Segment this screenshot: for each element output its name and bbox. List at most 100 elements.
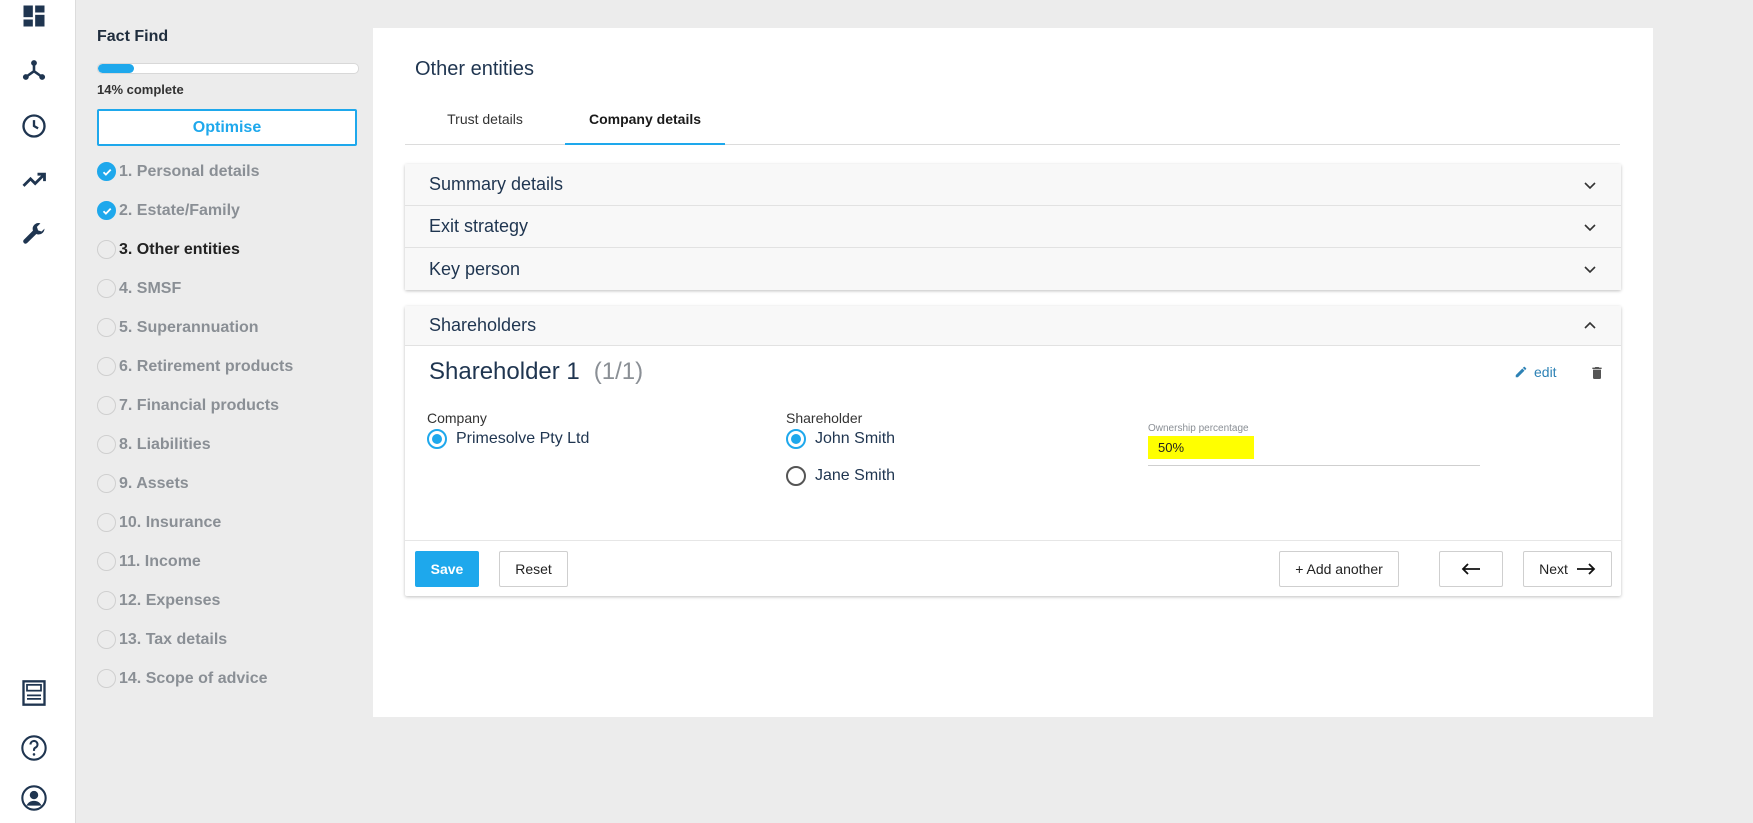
- empty-circle-icon: [97, 591, 116, 610]
- main-panel: Other entities Trust details Company det…: [373, 28, 1653, 717]
- step-item[interactable]: 5. Superannuation: [97, 308, 359, 347]
- radio-selected-icon: [786, 429, 806, 449]
- page-title: Other entities: [415, 58, 534, 80]
- radio-label: Primesolve Pty Ltd: [456, 430, 590, 447]
- step-item[interactable]: 10. Insurance: [97, 503, 359, 542]
- tab-trust-details[interactable]: Trust details: [405, 95, 565, 145]
- step-item[interactable]: 2. Estate/Family: [97, 191, 359, 230]
- shareholders-section: Shareholders Shareholder 1 (1/1) edit Com…: [405, 306, 1621, 596]
- chevron-down-icon: [1584, 266, 1596, 274]
- arrow-left-icon: [1461, 563, 1480, 575]
- step-item[interactable]: 13. Tax details: [97, 620, 359, 659]
- empty-circle-icon: [97, 630, 116, 649]
- step-label: 8. Liabilities: [119, 435, 211, 453]
- empty-circle-icon: [97, 435, 116, 454]
- step-label: 11. Income: [119, 552, 201, 570]
- back-button[interactable]: [1439, 551, 1503, 587]
- radio-label: John Smith: [815, 430, 896, 447]
- reset-button[interactable]: Reset: [499, 551, 568, 587]
- accordion-label: Key person: [429, 258, 521, 279]
- step-list: 1. Personal details 2. Estate/Family 3. Ot…: [97, 152, 359, 698]
- pencil-icon: [1515, 366, 1527, 378]
- company-label: Company: [427, 410, 487, 426]
- step-label: 10. Insurance: [119, 513, 222, 531]
- optimise-button[interactable]: Optimise: [97, 109, 357, 146]
- radio-selected-icon: [427, 429, 447, 449]
- radio-label: Jane Smith: [815, 467, 896, 484]
- step-label: 2. Estate/Family: [119, 201, 240, 219]
- chevron-up-icon: [1584, 321, 1596, 329]
- step-item[interactable]: 4. SMSF: [97, 269, 359, 308]
- step-item[interactable]: 1. Personal details: [97, 152, 359, 191]
- empty-circle-icon: [97, 357, 116, 376]
- progress-label: 14% complete: [97, 82, 184, 97]
- empty-circle-icon: [97, 513, 116, 532]
- empty-circle-icon: [97, 240, 116, 259]
- save-button[interactable]: Save: [415, 551, 479, 587]
- user-icon[interactable]: [18, 782, 50, 814]
- add-another-button[interactable]: + Add another: [1279, 551, 1399, 587]
- ownership-value: 50%: [1148, 436, 1255, 459]
- dashboard-icon[interactable]: [18, 0, 50, 32]
- ownership-input[interactable]: 50%: [1148, 436, 1480, 466]
- fact-find-title: Fact Find: [97, 28, 169, 45]
- trash-icon[interactable]: [1589, 365, 1605, 381]
- progress-bar: [97, 63, 359, 74]
- accordion-label: Shareholders: [429, 315, 537, 335]
- chevron-down-icon: [1584, 181, 1596, 189]
- step-item[interactable]: 14. Scope of advice: [97, 659, 359, 698]
- step-item[interactable]: 3. Other entities: [97, 230, 359, 269]
- step-label: 14. Scope of advice: [119, 669, 268, 687]
- empty-circle-icon: [97, 279, 116, 298]
- empty-circle-icon: [97, 474, 116, 493]
- empty-circle-icon: [97, 396, 116, 415]
- step-label: 12. Expenses: [119, 591, 221, 609]
- company-radio-primesolve[interactable]: Primesolve Pty Ltd: [427, 429, 589, 449]
- step-item[interactable]: 7. Financial products: [97, 386, 359, 425]
- shareholder-name: Shareholder 1: [429, 358, 580, 385]
- step-label: 4. SMSF: [119, 279, 182, 297]
- next-button[interactable]: Next: [1523, 551, 1612, 587]
- shareholder-title: Shareholder 1 (1/1): [429, 358, 643, 386]
- wrench-icon[interactable]: [18, 219, 50, 251]
- next-label: Next: [1539, 561, 1568, 577]
- icon-rail: [0, 0, 76, 823]
- step-item[interactable]: 11. Income: [97, 542, 359, 581]
- empty-circle-icon: [97, 552, 116, 571]
- step-label: 13. Tax details: [119, 630, 228, 648]
- accordion-label: Exit strategy: [429, 216, 529, 236]
- help-icon[interactable]: [18, 732, 50, 764]
- step-label: 9. Assets: [119, 474, 189, 492]
- step-item[interactable]: 6. Retirement products: [97, 347, 359, 386]
- shareholder-count: (1/1): [593, 358, 644, 385]
- document-icon[interactable]: [18, 677, 50, 709]
- check-circle-icon: [97, 201, 116, 220]
- check-circle-icon: [97, 162, 116, 181]
- step-item[interactable]: 8. Liabilities: [97, 425, 359, 464]
- arrow-right-icon: [1576, 563, 1596, 575]
- accordion-shareholders[interactable]: Shareholders: [405, 306, 1621, 346]
- accordion-exit-strategy[interactable]: Exit strategy: [405, 206, 1621, 248]
- trending-icon[interactable]: [18, 164, 50, 196]
- radio-unselected-icon: [786, 466, 806, 486]
- step-label: 5. Superannuation: [119, 318, 259, 336]
- tab-company-details[interactable]: Company details: [565, 95, 725, 145]
- chevron-down-icon: [1584, 223, 1596, 231]
- clock-icon[interactable]: [18, 110, 50, 142]
- network-icon[interactable]: [18, 54, 50, 86]
- step-item[interactable]: 9. Assets: [97, 464, 359, 503]
- accordion-summary-details[interactable]: Summary details: [405, 164, 1621, 206]
- shareholder-label: Shareholder: [786, 410, 863, 426]
- edit-label: edit: [1534, 364, 1557, 380]
- shareholder-radio-jane-smith[interactable]: Jane Smith: [786, 466, 895, 486]
- step-item[interactable]: 12. Expenses: [97, 581, 359, 620]
- tab-bar: Trust details Company details: [405, 95, 1620, 145]
- shareholder-radio-john-smith[interactable]: John Smith: [786, 429, 895, 449]
- progress-fill: [98, 64, 135, 73]
- step-label: 1. Personal details: [119, 162, 260, 180]
- step-label: 3. Other entities: [119, 240, 240, 258]
- accordion-label: Summary details: [429, 174, 564, 194]
- accordion-key-person[interactable]: Key person: [405, 248, 1621, 290]
- form-footer: Save Reset + Add another Next: [405, 540, 1621, 596]
- edit-button[interactable]: edit: [1514, 364, 1557, 380]
